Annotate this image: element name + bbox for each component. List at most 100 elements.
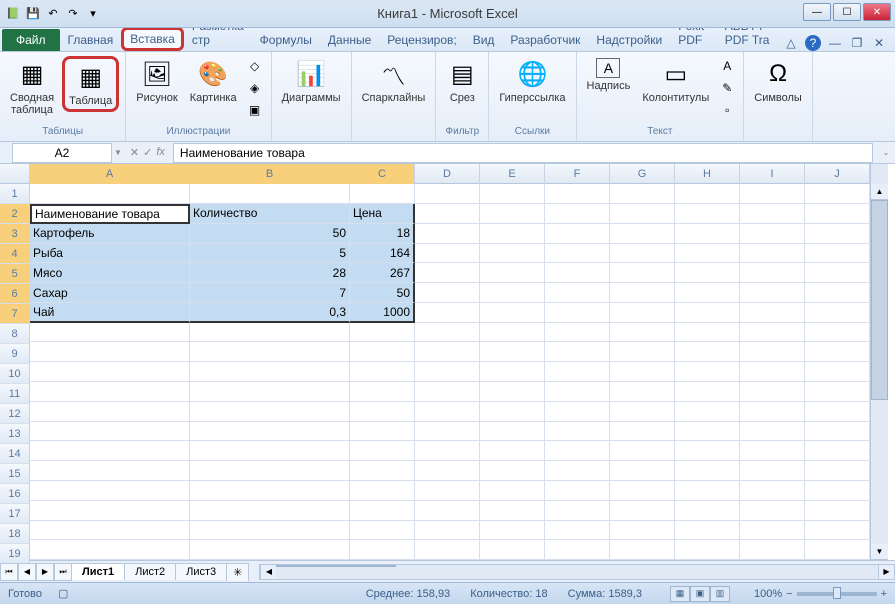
row-header[interactable]: 14 (0, 444, 30, 464)
table-button[interactable]: ▦ Таблица (62, 56, 119, 112)
cell[interactable] (480, 303, 545, 323)
cell[interactable] (415, 224, 480, 244)
cell[interactable] (30, 441, 190, 461)
cell[interactable] (30, 362, 190, 382)
column-header[interactable]: C (350, 164, 415, 184)
new-sheet-icon[interactable]: ✳ (226, 563, 249, 581)
cell[interactable] (805, 244, 870, 264)
cell[interactable] (30, 184, 190, 204)
fx-icon[interactable]: fx (156, 146, 165, 159)
zoom-out-icon[interactable]: − (786, 588, 792, 600)
row-header[interactable]: 17 (0, 504, 30, 524)
cell[interactable]: 18 (350, 224, 415, 244)
cell[interactable] (805, 521, 870, 541)
cell[interactable] (545, 540, 610, 560)
object-icon[interactable]: ▫ (717, 100, 737, 120)
scroll-up-icon[interactable]: ▲ (871, 184, 888, 200)
cell[interactable]: Картофель (30, 224, 190, 244)
cell[interactable] (415, 244, 480, 264)
cell[interactable] (740, 521, 805, 541)
cell[interactable] (350, 422, 415, 442)
sparklines-button[interactable]: 〽 Спарклайны (358, 56, 430, 106)
prev-sheet-icon[interactable]: ◀ (18, 563, 36, 581)
cell[interactable] (545, 342, 610, 362)
cell[interactable] (545, 402, 610, 422)
wordart-icon[interactable]: A (717, 56, 737, 76)
cell[interactable] (675, 283, 740, 303)
cell[interactable]: Количество (190, 204, 350, 224)
cell[interactable] (350, 441, 415, 461)
cell[interactable] (805, 402, 870, 422)
cell[interactable] (610, 481, 675, 501)
cell[interactable] (415, 540, 480, 560)
cell[interactable] (805, 540, 870, 560)
charts-button[interactable]: 📊 Диаграммы (278, 56, 345, 106)
first-sheet-icon[interactable]: ⏮ (0, 563, 18, 581)
cell[interactable] (805, 303, 870, 323)
cell[interactable]: 50 (350, 283, 415, 303)
row-header[interactable]: 3 (0, 224, 30, 244)
cell[interactable]: 50 (190, 224, 350, 244)
cell[interactable] (675, 481, 740, 501)
header-footer-button[interactable]: ▭ Колонтитулы (638, 56, 713, 106)
cell[interactable] (805, 342, 870, 362)
cell[interactable] (30, 342, 190, 362)
cell[interactable] (740, 244, 805, 264)
column-header[interactable]: A (30, 164, 190, 184)
cell[interactable]: Цена (350, 204, 415, 224)
row-header[interactable]: 16 (0, 484, 30, 504)
select-all-corner[interactable] (0, 164, 30, 184)
cell[interactable] (545, 244, 610, 264)
workbook-restore-icon[interactable]: ❐ (849, 35, 865, 51)
workbook-close-icon[interactable]: ✕ (871, 35, 887, 51)
cell[interactable] (545, 204, 610, 224)
slicer-button[interactable]: ▤ Срез (442, 56, 482, 106)
cell[interactable] (740, 501, 805, 521)
cell[interactable] (805, 481, 870, 501)
cell[interactable] (610, 461, 675, 481)
shapes-icon[interactable]: ◇ (245, 56, 265, 76)
hyperlink-button[interactable]: 🌐 Гиперссылка (495, 56, 569, 106)
cell[interactable] (805, 441, 870, 461)
cell[interactable] (190, 521, 350, 541)
tab-addins[interactable]: Надстройки (588, 29, 670, 51)
cell[interactable] (415, 461, 480, 481)
cell[interactable] (415, 501, 480, 521)
cell[interactable] (610, 402, 675, 422)
page-break-view-icon[interactable]: ▥ (710, 586, 730, 602)
cell[interactable] (190, 501, 350, 521)
cell[interactable] (740, 184, 805, 204)
cell[interactable] (675, 342, 740, 362)
tab-insert[interactable]: Вставка (121, 27, 184, 51)
page-layout-view-icon[interactable]: ▣ (690, 586, 710, 602)
vscroll-thumb[interactable] (871, 200, 888, 400)
cell[interactable] (480, 244, 545, 264)
macro-record-icon[interactable]: ▢ (58, 587, 68, 600)
cell[interactable] (740, 362, 805, 382)
sheet-tab-2[interactable]: Лист2 (124, 563, 176, 580)
normal-view-icon[interactable]: ▦ (670, 586, 690, 602)
cell[interactable] (675, 224, 740, 244)
cell[interactable] (805, 283, 870, 303)
cell[interactable] (190, 342, 350, 362)
cell[interactable] (740, 224, 805, 244)
cell[interactable] (30, 501, 190, 521)
cell[interactable] (675, 461, 740, 481)
cell[interactable] (30, 402, 190, 422)
cell[interactable] (545, 362, 610, 382)
hscroll-thumb[interactable] (276, 565, 396, 567)
cell[interactable] (675, 303, 740, 323)
column-header[interactable]: I (740, 164, 805, 184)
row-header[interactable]: 6 (0, 284, 30, 304)
cell[interactable] (190, 323, 350, 343)
cell[interactable]: 28 (190, 263, 350, 283)
next-sheet-icon[interactable]: ▶ (36, 563, 54, 581)
cell[interactable] (480, 422, 545, 442)
sheet-tab-3[interactable]: Лист3 (175, 563, 227, 580)
cell[interactable] (30, 521, 190, 541)
column-header[interactable]: D (415, 164, 480, 184)
cell[interactable] (415, 342, 480, 362)
cell[interactable] (805, 204, 870, 224)
cell[interactable] (805, 184, 870, 204)
cell[interactable] (480, 362, 545, 382)
